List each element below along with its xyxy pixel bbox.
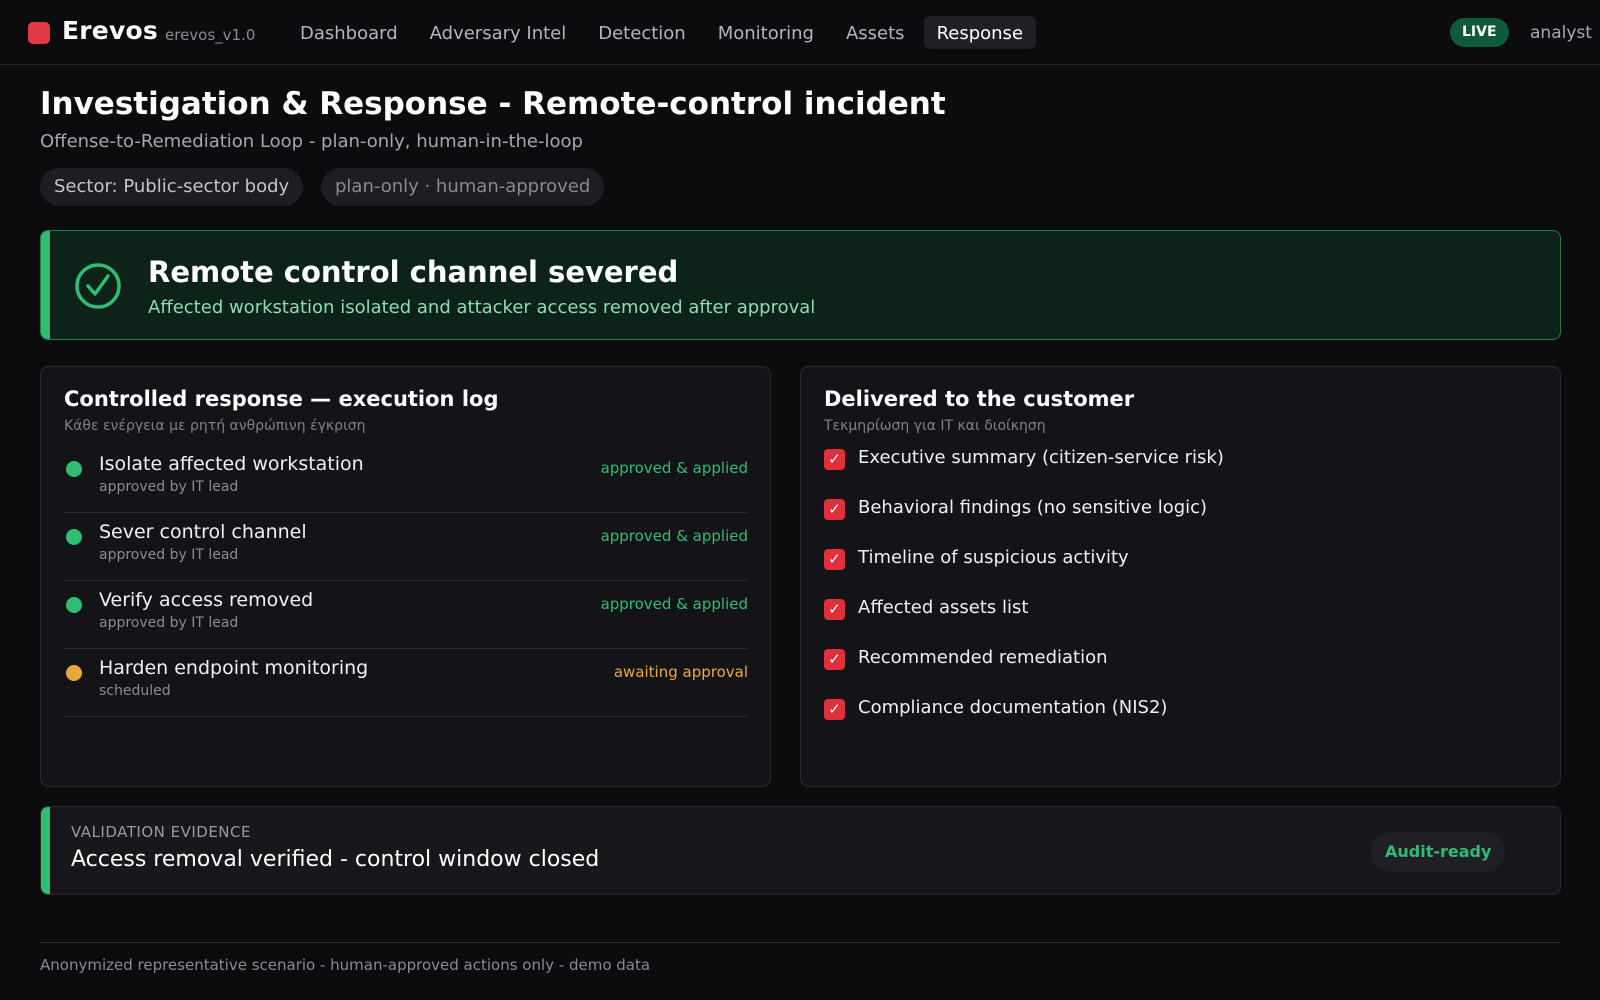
log-status: approved & applied <box>600 527 748 545</box>
nav-item-monitoring[interactable]: Monitoring <box>705 16 827 49</box>
checkbox-checked-icon: ✓ <box>824 699 845 720</box>
footer-divider <box>40 942 1561 943</box>
deliverable-label: Recommended remediation <box>858 647 1108 668</box>
alert-accent-stripe <box>41 231 50 339</box>
log-row: Isolate affected workstation approved by… <box>64 445 748 513</box>
execution-log-panel: Controlled response — execution log Κάθε… <box>40 366 771 787</box>
list-item: ✓ Compliance documentation (NIS2) <box>824 697 1524 747</box>
status-dot-icon <box>66 461 82 477</box>
validation-evidence-card: VALIDATION EVIDENCE Access removal verif… <box>40 806 1561 895</box>
status-dot-icon <box>66 665 82 681</box>
evidence-text: Access removal verified - control window… <box>71 847 600 872</box>
status-dot-icon <box>66 597 82 613</box>
log-action-name: Verify access removed <box>99 589 314 611</box>
success-alert: Remote control channel severed Affected … <box>40 230 1561 340</box>
nav-item-response[interactable]: Response <box>923 16 1037 49</box>
deliverable-label: Compliance documentation (NIS2) <box>858 697 1168 718</box>
app-version: erevos_v1.0 <box>165 26 256 44</box>
log-approver: approved by IT lead <box>99 479 239 495</box>
deliverables-title: Delivered to the customer <box>824 387 1135 411</box>
deliverables-subtitle: Τεκμηρίωση για IT και διοίκηση <box>824 418 1046 434</box>
main-nav: Dashboard Adversary Intel Detection Moni… <box>287 16 1037 49</box>
log-action-name: Sever control channel <box>99 521 307 543</box>
deliverable-label: Timeline of suspicious activity <box>858 547 1129 568</box>
page-subtitle: Offense-to-Remediation Loop - plan-only,… <box>40 131 583 152</box>
execution-log-title: Controlled response — execution log <box>64 387 499 411</box>
nav-item-detection[interactable]: Detection <box>585 16 698 49</box>
brand-logo-icon <box>28 22 50 44</box>
nav-item-dashboard[interactable]: Dashboard <box>287 16 411 49</box>
execution-log-subtitle: Κάθε ενέργεια με ρητή ανθρώπινη έγκριση <box>64 418 366 434</box>
user-menu[interactable]: analyst <box>1530 23 1592 43</box>
live-status-badge: LIVE <box>1450 18 1509 47</box>
evidence-kicker: VALIDATION EVIDENCE <box>71 823 251 841</box>
check-circle-icon <box>75 263 121 309</box>
deliverable-label: Behavioral findings (no sensitive logic) <box>858 497 1208 518</box>
checkbox-checked-icon: ✓ <box>824 449 845 470</box>
deliverable-label: Executive summary (citizen-service risk) <box>858 447 1224 468</box>
deliverables-list: ✓ Executive summary (citizen-service ris… <box>824 447 1524 747</box>
log-row: Verify access removed approved by IT lea… <box>64 581 748 649</box>
alert-title: Remote control channel severed <box>148 255 679 289</box>
list-item: ✓ Affected assets list <box>824 597 1524 647</box>
status-dot-icon <box>66 529 82 545</box>
footer-note: Anonymized representative scenario - hum… <box>40 956 651 974</box>
deliverables-panel: Delivered to the customer Τεκμηρίωση για… <box>800 366 1561 787</box>
execution-log-list: Isolate affected workstation approved by… <box>64 445 748 717</box>
log-approver: approved by IT lead <box>99 547 239 563</box>
log-status: approved & applied <box>600 459 748 477</box>
log-approver: approved by IT lead <box>99 615 239 631</box>
checkbox-checked-icon: ✓ <box>824 649 845 670</box>
page-title: Investigation & Response - Remote-contro… <box>40 86 946 122</box>
log-status[interactable]: awaiting approval <box>614 663 748 681</box>
log-status: approved & applied <box>600 595 748 613</box>
evidence-accent-stripe <box>41 807 50 894</box>
alert-description: Affected workstation isolated and attack… <box>148 297 816 318</box>
log-action-name: Harden endpoint monitoring <box>99 657 369 679</box>
log-row: Harden endpoint monitoring scheduled awa… <box>64 649 748 717</box>
list-item: ✓ Recommended remediation <box>824 647 1524 697</box>
deliverable-label: Affected assets list <box>858 597 1029 618</box>
log-approver: scheduled <box>99 683 171 699</box>
list-item: ✓ Executive summary (citizen-service ris… <box>824 447 1524 497</box>
checkbox-checked-icon: ✓ <box>824 499 845 520</box>
top-bar: Erevos erevos_v1.0 Dashboard Adversary I… <box>0 0 1600 65</box>
checkbox-checked-icon: ✓ <box>824 599 845 620</box>
log-row: Sever control channel approved by IT lea… <box>64 513 748 581</box>
audit-ready-badge: Audit-ready <box>1371 832 1506 872</box>
nav-item-adversary-intel[interactable]: Adversary Intel <box>417 16 580 49</box>
sector-chip: Sector: Public-sector body <box>40 168 304 206</box>
log-action-name: Isolate affected workstation <box>99 453 364 475</box>
mode-chip: plan-only · human-approved <box>321 168 605 206</box>
checkbox-checked-icon: ✓ <box>824 549 845 570</box>
app-name: Erevos <box>62 16 158 45</box>
nav-item-assets[interactable]: Assets <box>833 16 918 49</box>
list-item: ✓ Behavioral findings (no sensitive logi… <box>824 497 1524 547</box>
list-item: ✓ Timeline of suspicious activity <box>824 547 1524 597</box>
